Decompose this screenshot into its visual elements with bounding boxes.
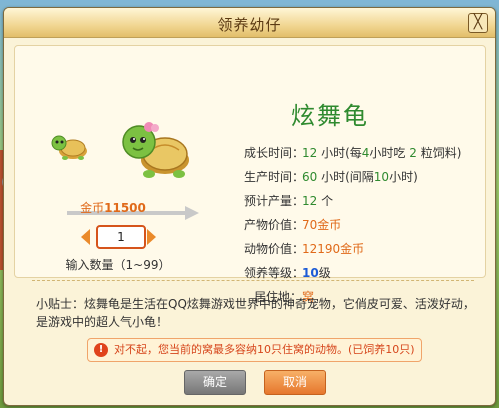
detail-label: 成长时间： <box>244 146 305 160</box>
baby-turtle-image <box>51 135 87 160</box>
detail-value: 60 小时(间隔10小时) <box>302 170 418 184</box>
detail-label: 预计产量： <box>244 194 305 208</box>
price-value: 11500 <box>104 201 146 215</box>
close-icon: ╳ <box>473 14 483 30</box>
detail-row: 动物价值：12190金币 <box>244 237 461 261</box>
detail-value-part: 10 <box>302 266 319 280</box>
detail-row: 产物价值：70金币 <box>244 213 461 237</box>
quantity-stepper <box>81 225 181 249</box>
warning-box: ! 对不起，您当前的窝最多容纳10只住窝的动物。(已饲养10只) <box>87 338 422 362</box>
detail-value-part: 12 <box>302 194 318 208</box>
detail-value-part: 小时(每 <box>317 146 362 160</box>
pet-details: 成长时间：12 小时(每4小时吃 2 粒饲料) 生产时间：60 小时(间隔10小时… <box>244 141 461 309</box>
detail-value-part: 粒饲料) <box>416 146 462 160</box>
detail-value-part: 小时吃 <box>369 146 410 160</box>
confirm-button[interactable]: 确定 <box>184 370 246 395</box>
quantity-hint: 输入数量（1~99） <box>65 258 171 272</box>
detail-value: 70金币 <box>302 218 341 232</box>
detail-value: 12 小时(每4小时吃 2 粒饲料) <box>302 146 461 160</box>
decrease-arrow-icon[interactable] <box>81 229 90 245</box>
detail-row: 预计产量：12 个 <box>244 189 461 213</box>
close-button[interactable]: ╳ <box>468 13 488 33</box>
increase-arrow-icon[interactable] <box>147 229 156 245</box>
warning-text: 对不起，您当前的窝最多容纳10只住窝的动物。(已饲养10只) <box>114 343 415 356</box>
detail-value-part: 个 <box>317 194 334 208</box>
detail-value-part: 级 <box>318 266 331 280</box>
price-label: 金币 <box>80 201 105 215</box>
dialog-titlebar: 领养幼仔 ╳ <box>4 8 495 38</box>
adopt-dialog: 领养幼仔 ╳ 金币11500 1 输入数量（1~99） 炫舞龟 成长时间：12 … <box>3 7 496 406</box>
detail-value-part: 小时(间隔 <box>317 170 374 184</box>
detail-value: 10级 <box>302 266 331 280</box>
detail-row: 领养等级：10级 <box>244 261 461 285</box>
detail-value-part: 12 <box>302 146 318 160</box>
cancel-button[interactable]: 取消 <box>264 370 326 395</box>
detail-row: 成长时间：12 小时(每4小时吃 2 粒饲料) <box>244 141 461 165</box>
pet-name: 炫舞龟 <box>291 102 369 130</box>
adult-turtle-image <box>122 122 189 178</box>
detail-value-part: 10 <box>373 170 390 184</box>
divider <box>32 280 474 281</box>
detail-value: 12 个 <box>302 194 333 208</box>
detail-value-part: 70金币 <box>302 218 342 232</box>
pet-image-area <box>37 80 212 220</box>
detail-label: 动物价值： <box>244 242 305 256</box>
quantity-input[interactable] <box>96 225 146 249</box>
dialog-title: 领养幼仔 <box>217 16 282 34</box>
detail-label: 领养等级： <box>244 266 305 280</box>
detail-row: 生产时间：60 小时(间隔10小时) <box>244 165 461 189</box>
warning-icon: ! <box>94 343 108 357</box>
pet-info-panel: 金币11500 输入数量（1~99） 炫舞龟 成长时间：12 小时(每4小时吃 … <box>14 45 486 304</box>
detail-value-part: 12190金币 <box>302 242 365 256</box>
detail-value-part: 60 <box>302 170 318 184</box>
detail-label: 产物价值： <box>244 218 305 232</box>
detail-value-part: 小时) <box>389 170 418 184</box>
detail-value: 12190金币 <box>302 242 364 256</box>
pet-price: 金币11500 <box>15 199 211 216</box>
tip-text: 小贴士：炫舞龟是生活在QQ炫舞游戏世界中的神奇宠物，它俏皮可爱、活泼好动，是游戏… <box>36 297 475 329</box>
detail-value-part: 2 <box>409 146 417 160</box>
detail-label: 生产时间： <box>244 170 305 184</box>
